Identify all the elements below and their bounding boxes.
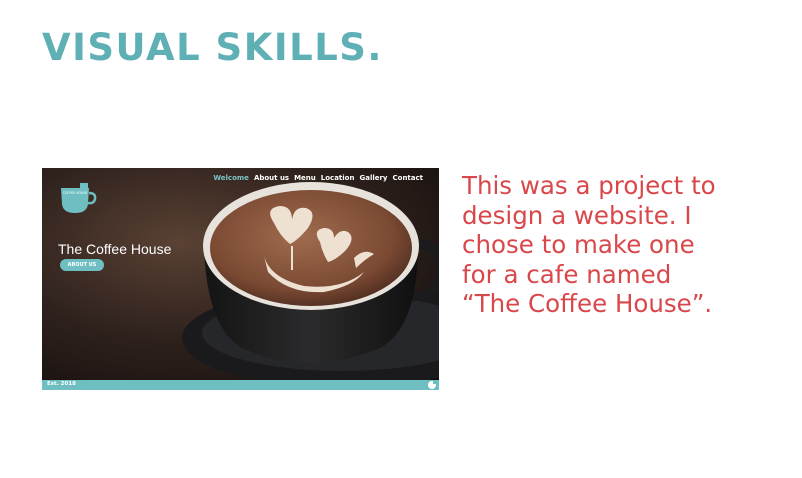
about-us-button[interactable]: ABOUT US [60, 259, 104, 271]
nav-gallery[interactable]: Gallery [359, 174, 387, 182]
nav-about-us[interactable]: About us [254, 174, 289, 182]
website-footer: Est. 2018 [42, 380, 439, 390]
page-heading: VISUAL SKILLS. [42, 26, 383, 69]
nav-location[interactable]: Location [321, 174, 355, 182]
site-title: The Coffee House [58, 241, 172, 257]
logo-text: COFFEE HOUSE [63, 191, 88, 195]
coffee-cup-photo [42, 168, 439, 380]
description-line: chose to make one [462, 230, 695, 259]
coffee-cup-logo-icon: COFFEE HOUSE [61, 183, 97, 213]
nav-contact[interactable]: Contact [393, 174, 424, 182]
nav-menu[interactable]: Menu [294, 174, 316, 182]
established-text: Est. 2018 [47, 381, 76, 387]
website-mockup-image: Welcome About us Menu Location Gallery C… [42, 168, 439, 390]
nav-welcome[interactable]: Welcome [213, 174, 249, 182]
description-line: This was a project to [462, 171, 716, 200]
website-nav: Welcome About us Menu Location Gallery C… [213, 174, 423, 182]
description-line: design a website. I [462, 200, 692, 230]
description-line: for a cafe named [462, 259, 672, 289]
description-line: “The Coffee House”. [462, 289, 713, 318]
coffee-cup-footer-icon [428, 381, 436, 389]
project-description: This was a project to design a website. … [462, 171, 782, 319]
